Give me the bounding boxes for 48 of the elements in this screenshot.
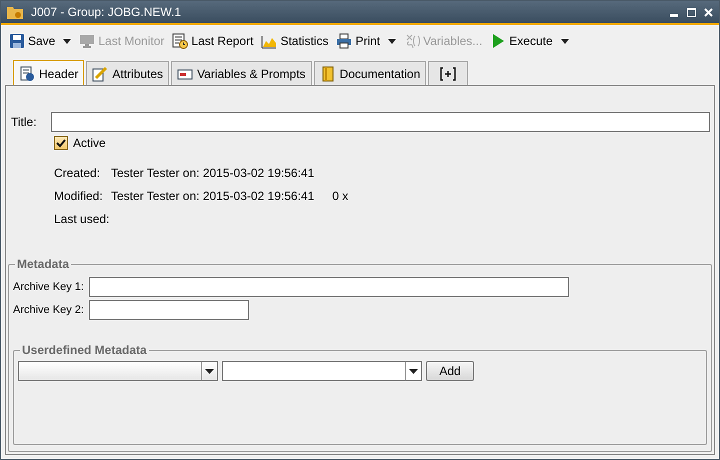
caret-icon[interactable] [560,38,569,44]
play-icon [490,33,506,49]
dropdown-field[interactable] [222,361,422,381]
check-icon [56,138,66,148]
dropdown-arrow-icon[interactable] [205,368,214,374]
group-title: Userdefined Metadata [20,343,149,357]
info-value: Tester Tester on: 2015-03-02 19:56:41 [111,188,314,205]
tab[interactable] [428,61,468,85]
field-label: Title: [11,114,38,131]
title-field[interactable] [51,112,710,132]
report-clock-icon [172,33,188,49]
pencil-document-icon [92,66,108,82]
toolbar-button[interactable]: Print [336,32,380,50]
tab[interactable]: Variables & Prompts [171,61,312,85]
archive-key-field[interactable] [89,300,249,320]
printer-icon [336,33,352,49]
checkbox-label: Active [73,135,106,152]
window-title: J007 - Group: JOBG.NEW.1 [31,4,182,21]
info-value: Tester Tester on: 2015-03-02 19:56:41 [111,165,314,182]
tab[interactable]: Attributes [86,61,170,85]
toolbar-button[interactable]: Last Report [172,32,254,50]
info-label: Modified: [54,188,104,205]
field-label: Archive Key 2: [13,302,85,318]
close-icon[interactable] [704,8,713,16]
caret-icon[interactable] [63,38,72,44]
chart-icon [261,33,278,49]
checkbox[interactable] [54,136,68,150]
maximize-icon[interactable] [687,8,696,16]
dropdown-arrow-icon[interactable] [409,368,418,374]
group-title: Metadata [15,257,72,271]
plus-bracket-icon[interactable] [440,66,456,80]
tab[interactable]: Documentation [314,61,426,85]
variables-icon [404,33,420,49]
field-label: Archive Key 1: [13,280,85,295]
info-label: Last used: [54,211,110,228]
monitor-icon [79,33,96,49]
add-button[interactable]: Add [426,361,474,381]
info-label: Created: [54,165,102,182]
tab[interactable]: Header [13,60,84,86]
archive-key-field[interactable] [89,277,569,297]
document-info-icon [19,66,35,82]
dropdown-field[interactable] [18,361,218,381]
book-icon [320,66,336,82]
toolbar-button[interactable]: Execute [490,32,553,50]
caret-icon[interactable] [388,38,396,44]
toolbar-button[interactable]: Save [9,32,56,50]
toolbar-button[interactable]: Statistics [261,32,328,50]
usage-count: 0 x [332,188,348,205]
